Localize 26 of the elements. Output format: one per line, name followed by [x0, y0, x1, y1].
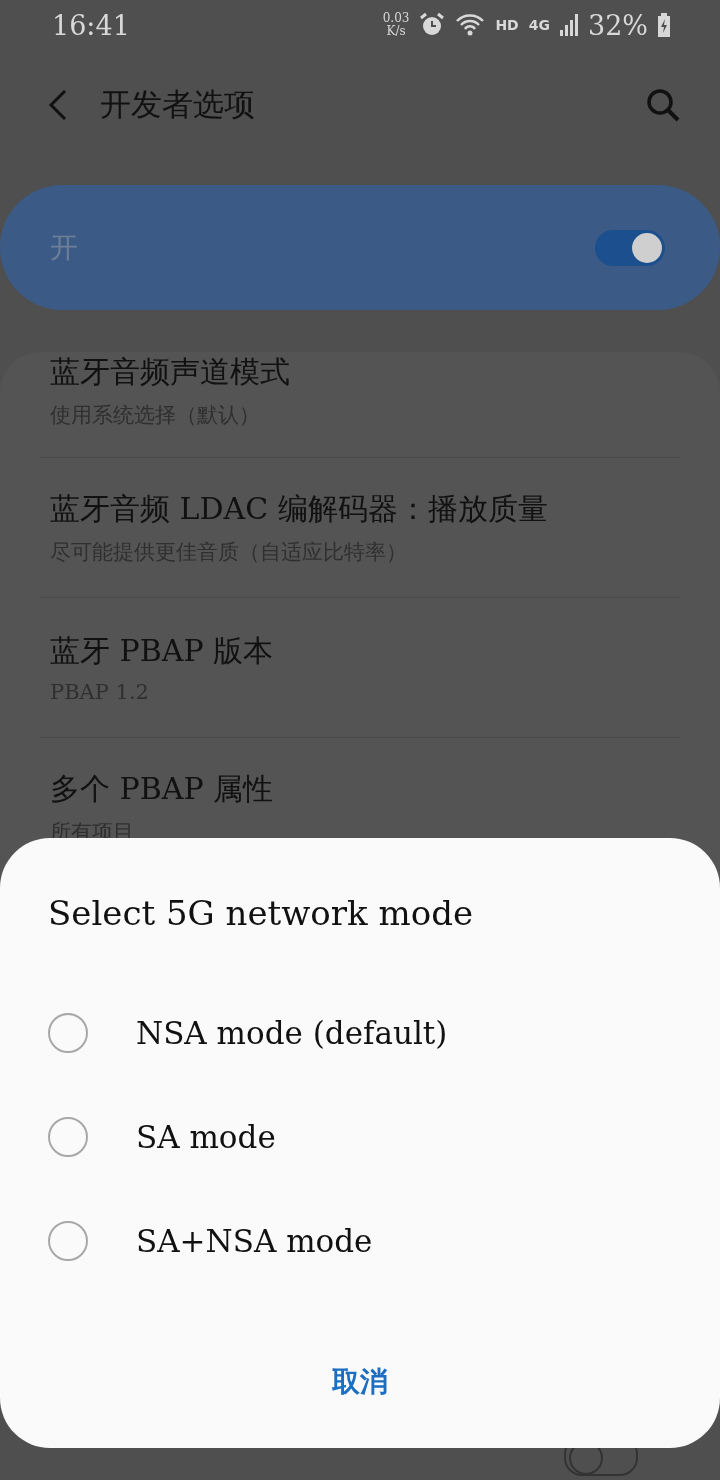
option-label[interactable]: SA+NSA mode	[136, 1223, 373, 1259]
radio-button[interactable]	[48, 1221, 88, 1261]
battery-percent: 32%	[588, 9, 648, 41]
battery-charging-icon	[658, 13, 670, 37]
setting-title[interactable]: 蓝牙音频 LDAC 编解码器：播放质量	[50, 489, 670, 530]
signal-icon	[560, 14, 578, 36]
option-label[interactable]: NSA mode (default)	[136, 1015, 448, 1051]
setting-title[interactable]: 多个 PBAP 属性	[50, 769, 670, 810]
alarm-icon	[419, 12, 446, 38]
setting-title[interactable]: 蓝牙 PBAP 版本	[50, 631, 670, 672]
wifi-icon	[455, 13, 486, 37]
cancel-button[interactable]: 取消	[312, 1353, 408, 1411]
network-type: 4G	[528, 17, 550, 33]
page-title: 开发者选项	[100, 85, 256, 124]
hd-label: HD	[495, 17, 519, 33]
radio-button[interactable]	[48, 1117, 88, 1157]
option-label[interactable]: SA mode	[136, 1119, 276, 1155]
toggle-switch[interactable]	[595, 229, 665, 266]
dialog-title: Select 5G network mode	[48, 893, 475, 933]
status-time: 16:41	[52, 9, 131, 41]
network-speed: 0.03	[382, 12, 410, 25]
network-speed-unit: K/s	[386, 25, 406, 38]
back-icon[interactable]	[48, 89, 68, 121]
radio-button[interactable]	[48, 1013, 88, 1053]
search-icon[interactable]	[646, 88, 680, 122]
setting-title[interactable]: 蓝牙音频声道模式	[50, 352, 670, 393]
